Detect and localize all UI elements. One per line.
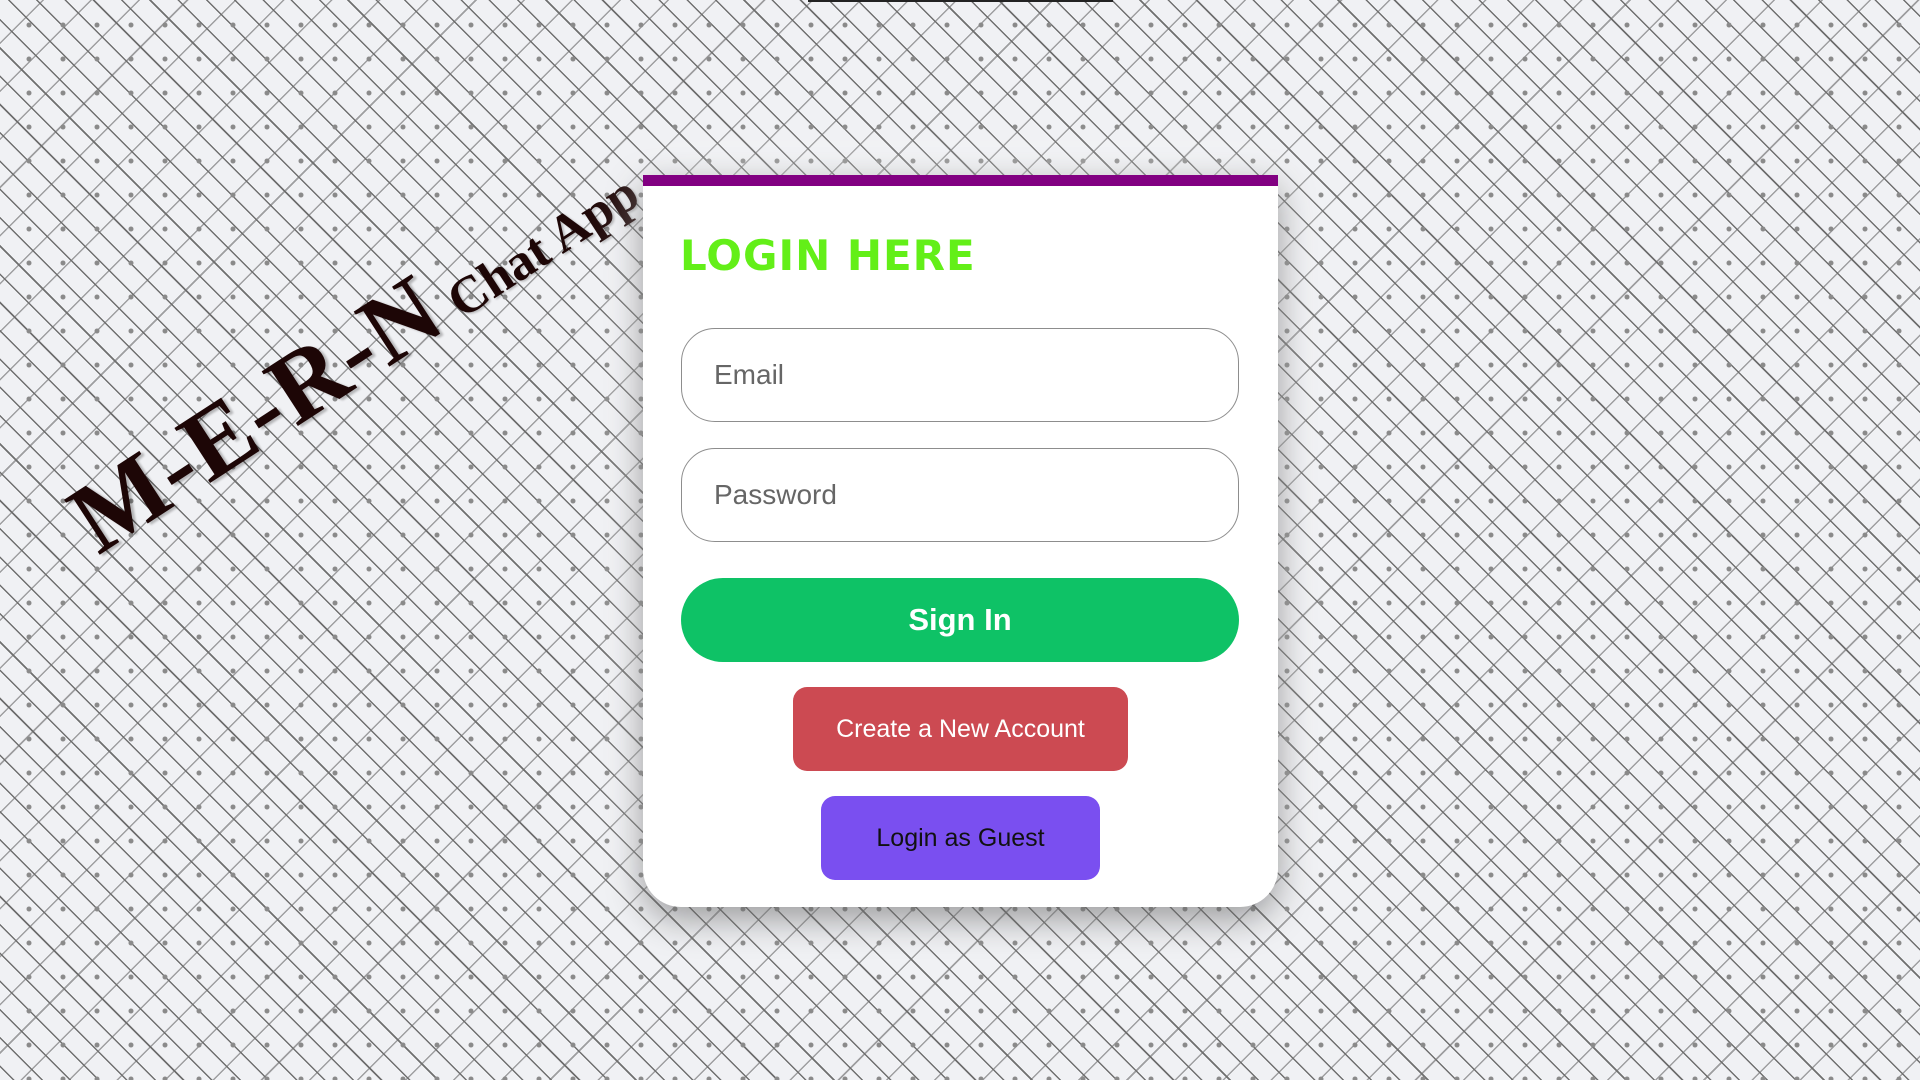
brand-subtitle: Chat App [437, 164, 649, 330]
create-account-button[interactable]: Create a New Account [793, 687, 1128, 771]
brand-title: M-E-R-N [49, 252, 462, 575]
brand-watermark: M-E-R-NChat App [49, 126, 656, 576]
password-input[interactable] [681, 448, 1239, 542]
guest-login-button[interactable]: Login as Guest [821, 796, 1100, 880]
email-input[interactable] [681, 328, 1239, 422]
top-tab-indicator [808, 0, 1113, 2]
login-card: LOGIN HERE Sign In Create a New Account … [643, 175, 1278, 907]
login-title: LOGIN HERE [680, 231, 976, 280]
sign-in-button[interactable]: Sign In [681, 578, 1239, 662]
